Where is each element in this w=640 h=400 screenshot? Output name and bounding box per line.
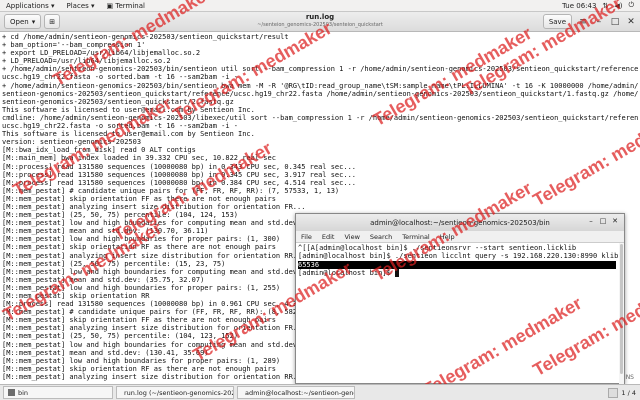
taskbar-item-bin[interactable]: bin bbox=[3, 386, 113, 399]
highlighted-output: 65536 bbox=[298, 260, 616, 269]
minimize-icon[interactable]: – bbox=[586, 217, 596, 225]
taskbar-label: admin@localhost:~/sentieon-genomi... bbox=[245, 388, 354, 397]
text-line: [M::bwa_idx_load_from_disk] read 0 ALT c… bbox=[2, 146, 196, 155]
new-tab-button[interactable]: ⊞ bbox=[44, 14, 61, 29]
terminal-output[interactable]: ^[[A[admin@localhost bin]$ ./sentieonsrv… bbox=[296, 243, 624, 384]
text-line: cmdline: /home/admin/sentieon-genomics-2… bbox=[2, 113, 638, 122]
maximize-icon[interactable]: □ bbox=[610, 17, 620, 27]
text-line: version: sentieon-genomics-202503 bbox=[2, 138, 142, 147]
terminal-menubar: File Edit View Search Terminal Help bbox=[296, 231, 624, 243]
text-line: [M::process] read 131580 sequences (1000… bbox=[2, 162, 357, 171]
close-icon[interactable]: ✕ bbox=[610, 217, 620, 225]
clock[interactable]: Tue 06:43 bbox=[562, 2, 596, 10]
scrollbar-thumb[interactable] bbox=[620, 244, 623, 374]
terminal-line: [admin@localhost bin]$ ./sentieon liccln… bbox=[298, 252, 619, 261]
close-icon[interactable]: ✕ bbox=[626, 17, 636, 27]
text-line: + /home/admin/sentieon-genomics-202503/b… bbox=[2, 81, 638, 90]
text-line: This software is licensed to user@email.… bbox=[2, 130, 255, 139]
terminal-prompt: [admin@localhost bin]$ bbox=[298, 268, 395, 277]
terminal-line: ^[[A[admin@localhost bin]$ ./sentieonsrv… bbox=[298, 244, 577, 252]
text-line: + LD_PRELOAD=/usr/lib64/libjemalloc.so.2 bbox=[2, 57, 171, 66]
text-line: + /home/admin/sentieon-genomics-202503/b… bbox=[2, 65, 638, 74]
terminal-prompt-line: [admin@localhost bin]$ bbox=[298, 268, 622, 277]
text-line: sentieon-genomics-202503/sentieon_quicks… bbox=[2, 97, 234, 106]
text-line: + export LD_PRELOAD=/usr/lib64/libjemall… bbox=[2, 49, 201, 58]
chevron-down-icon: ▾ bbox=[88, 1, 95, 10]
top-panel: Applications ▾ Places ▾ ▣ Terminal Tue 0… bbox=[0, 0, 640, 12]
text-line: [M::main_mem] bwa index loaded in 39.332… bbox=[2, 154, 276, 163]
menu-file[interactable]: File bbox=[296, 233, 317, 241]
hamburger-menu-icon[interactable]: ≡ bbox=[578, 17, 588, 27]
workspace-pager[interactable]: 1 / 4 bbox=[608, 387, 640, 398]
terminal-titlebar[interactable]: admin@localhost:~/sentieon-genomics-2025… bbox=[296, 214, 624, 231]
menu-terminal[interactable]: Terminal bbox=[397, 233, 434, 241]
text-line: [M::mem_pestat] skip orientation FF as t… bbox=[2, 194, 276, 203]
open-label: Open bbox=[10, 17, 29, 26]
open-button[interactable]: Open ▾ bbox=[4, 14, 42, 29]
power-icon[interactable]: ⏻ bbox=[628, 1, 634, 10]
taskbar-item-runlog[interactable]: run.log (~/sentieon-genomics-2025... bbox=[116, 386, 234, 399]
menu-view[interactable]: View bbox=[339, 233, 364, 241]
terminal-app-menu[interactable]: ▣ Terminal bbox=[101, 0, 151, 11]
menu-help[interactable]: Help bbox=[435, 233, 460, 241]
taskbar-item-terminal[interactable]: admin@localhost:~/sentieon-genomi... bbox=[237, 386, 355, 399]
network-icon[interactable]: ⇅ bbox=[602, 2, 608, 10]
maximize-icon[interactable]: □ bbox=[598, 217, 608, 225]
volume-icon[interactable]: ◀) bbox=[614, 2, 622, 10]
new-document-icon: ⊞ bbox=[49, 17, 56, 26]
menu-search[interactable]: Search bbox=[365, 233, 397, 241]
menu-edit[interactable]: Edit bbox=[317, 233, 340, 241]
applications-menu[interactable]: Applications ▾ bbox=[0, 0, 61, 11]
text-line: + cd /home/admin/sentieon-genomics-20250… bbox=[2, 33, 289, 41]
applications-label[interactable]: Applications bbox=[6, 2, 49, 10]
terminal-line: 65536 bbox=[298, 260, 622, 269]
terminal-scrollbar[interactable] bbox=[619, 243, 624, 384]
places-menu[interactable]: Places ▾ bbox=[61, 0, 101, 11]
text-line: ucsc.hg19_chr22.fasta -o sorted.bam -t 1… bbox=[2, 122, 239, 131]
workspace-switcher[interactable] bbox=[608, 387, 619, 398]
bottom-taskbar: bin run.log (~/sentieon-genomics-2025...… bbox=[0, 384, 640, 400]
gedit-headerbar: Open ▾ ⊞ run.log ~/senteion_genomics-2025… bbox=[0, 12, 640, 32]
folder-icon bbox=[8, 389, 15, 396]
save-button[interactable]: Save bbox=[542, 14, 572, 29]
minimize-icon[interactable]: – bbox=[594, 17, 604, 27]
text-line: [M::process] read 131580 sequences (1000… bbox=[2, 178, 357, 187]
text-line: [M::process] read 131580 sequences (1000… bbox=[2, 170, 357, 179]
text-line: This software is licensed to user@email.… bbox=[2, 105, 255, 114]
chevron-down-icon: ▾ bbox=[48, 1, 55, 10]
text-line: [M::mem_pestat] analyzing insert size di… bbox=[2, 202, 306, 211]
taskbar-label: bin bbox=[18, 388, 29, 397]
text-line: [M::mem_pestat] # candidate unique pairs… bbox=[2, 186, 340, 195]
terminal-app-label[interactable]: Terminal bbox=[115, 2, 145, 10]
save-label: Save bbox=[548, 17, 566, 26]
places-label[interactable]: Places bbox=[67, 2, 89, 10]
terminal-title: admin@localhost:~/sentieon-genomics-2025… bbox=[370, 218, 550, 227]
chevron-down-icon: ▾ bbox=[31, 17, 36, 26]
terminal-window: admin@localhost:~/sentieon-genomics-2025… bbox=[295, 213, 625, 384]
taskbar-label: run.log (~/sentieon-genomics-2025... bbox=[124, 388, 234, 397]
cursor bbox=[394, 268, 400, 277]
text-line: + bam_option='--bam_compression 1' bbox=[2, 41, 146, 50]
text-line: ucsc.hg19_chr22.fasta -o sorted.bam -t 1… bbox=[2, 73, 239, 82]
text-line: sentieon-genomics-202503/sentieon_quicks… bbox=[2, 89, 638, 98]
workspace-indicator: 1 / 4 bbox=[621, 388, 636, 397]
